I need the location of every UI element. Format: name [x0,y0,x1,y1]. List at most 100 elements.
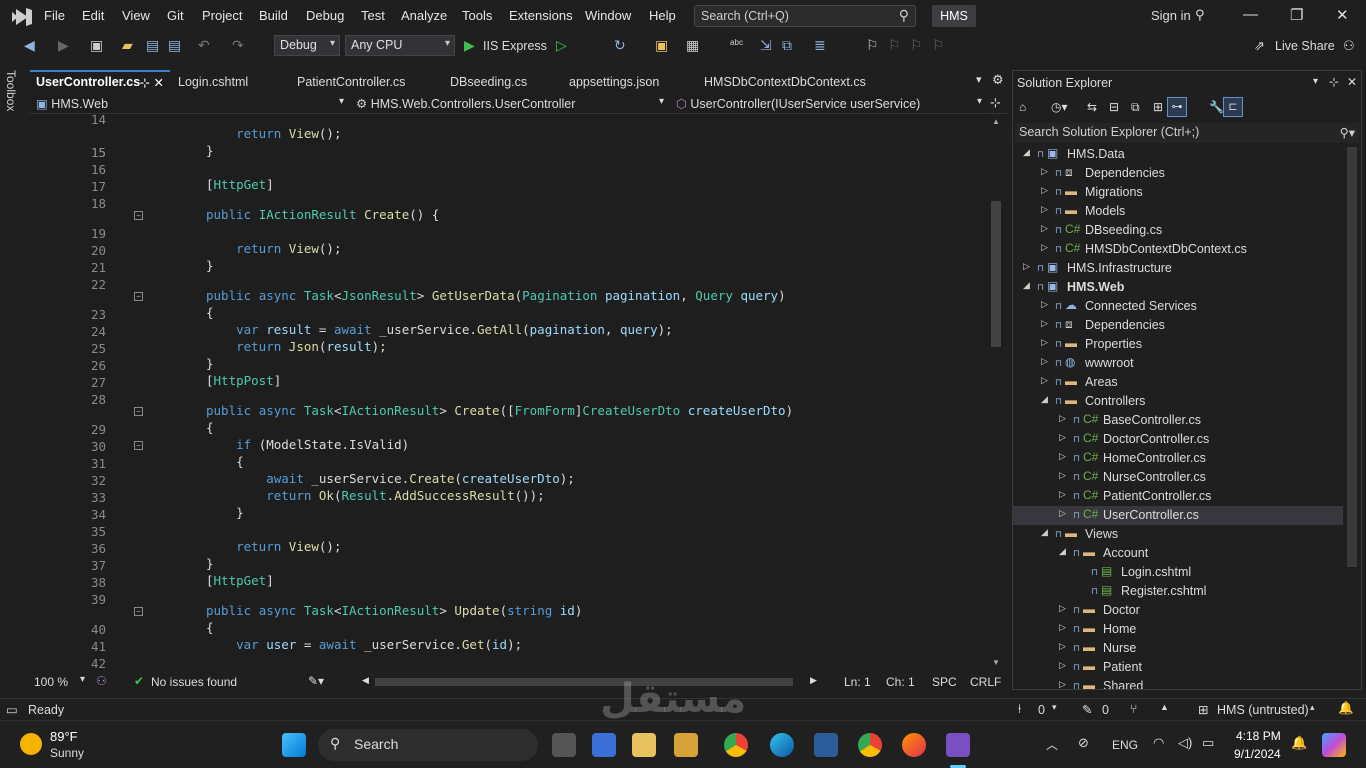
menu-extensions[interactable]: Extensions [509,8,573,23]
scroll-right-icon[interactable]: ▶ [810,675,817,686]
repo-icon[interactable]: ⊞ [1198,702,1208,717]
menu-tools[interactable]: Tools [462,8,492,23]
expand-arrow-icon[interactable]: ▷ [1041,337,1048,348]
clock-date[interactable]: 9/1/2024 [1234,747,1281,761]
panel-dropdown-icon[interactable]: ▾ [1313,76,1318,87]
tree-item[interactable]: ▷ ⊓ C# BaseController.cs [1013,411,1343,430]
start-without-debugging-icon[interactable]: ▷ [556,37,567,54]
tree-item[interactable]: ▷ ⊓ ⧈ Dependencies [1013,164,1343,183]
account-settings-icon[interactable]: ⚲ [1195,7,1205,23]
tab-dbseeding[interactable]: DBseeding.cs [444,70,558,92]
save-all-icon[interactable]: ▤ [168,37,181,54]
weather-sun-icon[interactable] [20,733,42,755]
scroll-left-icon[interactable]: ◀ [362,675,369,686]
tree-item[interactable]: ◢ ⊓ ▣ HMS.Data [1013,145,1343,164]
forward-icon[interactable]: ▶ [58,37,69,54]
toolbox-label[interactable]: Toolbox [4,70,18,111]
spell-check-icon[interactable]: ᵃᵇᶜ [730,37,743,51]
live-share-icon[interactable]: ⇗ [1254,38,1265,54]
network-off-icon[interactable]: ⊘ [1078,735,1089,751]
file-explorer-icon[interactable] [632,733,656,757]
pencil-icon[interactable]: ✎ [1082,702,1092,717]
prev-bookmark-icon[interactable]: ⚐ [888,37,901,54]
notifications-icon[interactable]: 🔔 [1338,701,1354,716]
filter-icon[interactable]: ⊶ [1167,97,1187,117]
line-indicator[interactable]: Ln: 1 [844,675,871,689]
tree-item[interactable]: ▷ ⊓ ▬ Migrations [1013,183,1343,202]
preview-icon[interactable]: ⊏ [1223,97,1243,117]
fold-toggle[interactable]: − [134,441,143,450]
menu-view[interactable]: View [122,8,150,23]
tab-patientcontroller[interactable]: PatientController.cs [291,70,441,92]
collapse-arrow-icon[interactable]: ◢ [1041,527,1048,538]
code-cleanup-icon[interactable]: ✎▾ [308,674,324,688]
expand-arrow-icon[interactable]: ▷ [1041,299,1048,310]
tree-item[interactable]: ▷ ⊓ ▬ Patient [1013,658,1343,677]
zoom-select[interactable]: 100 % [34,675,68,689]
show-all-files-icon[interactable]: ⧉ [1131,100,1140,115]
tree-item[interactable]: ▷ ⊓ C# NurseController.cs [1013,468,1343,487]
tree-item[interactable]: ▷ ⊓ C# PatientController.cs [1013,487,1343,506]
clock-time[interactable]: 4:18 PM [1236,729,1281,743]
tree-item[interactable]: ▷ ⊓ ▬ Models [1013,202,1343,221]
home-icon[interactable]: ⌂ [1019,100,1026,114]
split-editor-icon[interactable]: ⊹ [990,95,1001,111]
tree-item[interactable]: ▷ ⊓ ▬ Nurse [1013,639,1343,658]
chrome-icon[interactable] [724,733,748,757]
expand-arrow-icon[interactable]: ▷ [1059,413,1066,424]
menu-test[interactable]: Test [361,8,385,23]
tree-item[interactable]: ▷ ⊓ ◍ wwwroot [1013,354,1343,373]
expand-arrow-icon[interactable]: ▷ [1041,356,1048,367]
browse-icon[interactable]: ▣ [655,37,668,54]
redo-icon[interactable]: ↷ [232,37,244,54]
new-project-icon[interactable]: ▣ [90,37,103,54]
input-language[interactable]: ENG [1112,738,1138,752]
expand-arrow-icon[interactable]: ▷ [1059,679,1066,689]
next-bookmark-icon[interactable]: ⚐ [910,37,923,54]
tab-hmsdbcontext[interactable]: HMSDbContextDbContext.cs [698,70,898,92]
expand-arrow-icon[interactable]: ▷ [1041,318,1048,329]
tree-item[interactable]: ▷ ⊓ C# DoctorController.cs [1013,430,1343,449]
show-hidden-icons-icon[interactable]: ︿ [1046,736,1058,753]
tab-close-icon[interactable]: ✕ [154,75,164,90]
notification-bell-icon[interactable]: 🔔 [1291,735,1307,751]
tree-scrollbar[interactable] [1347,147,1357,567]
platform-select[interactable]: Any CPU [345,35,455,56]
refresh-icon[interactable]: ⊞ [1153,100,1163,114]
column-indicator[interactable]: Ch: 1 [886,675,915,689]
back-icon[interactable]: ◀ [24,37,35,54]
tree-item[interactable]: ▷ ⊓ ▬ Doctor [1013,601,1343,620]
history-icon[interactable]: ◷▾ [1051,100,1068,114]
volume-icon[interactable]: ◁) [1178,735,1192,751]
zoom-dropdown-icon[interactable]: ▾ [80,674,85,685]
tree-item[interactable]: ◢ ⊓ ▬ Controllers [1013,392,1343,411]
changes-count[interactable]: 0 [1102,703,1109,717]
collapse-arrow-icon[interactable]: ◢ [1059,546,1066,557]
tree-item[interactable]: ▷ ⊓ ▬ Home [1013,620,1343,639]
tree-item[interactable]: ▷ ⊓ ▬ Shared [1013,677,1343,689]
teams-icon[interactable] [592,733,616,757]
expand-arrow-icon[interactable]: ▷ [1041,223,1048,234]
feedback-icon[interactable]: ⚇ [1343,38,1355,54]
bookmark-icon[interactable]: ⚐ [866,37,879,54]
start-debugging-icon[interactable]: ▶ [464,37,475,54]
open-folder-icon[interactable]: ▰ [122,37,133,54]
tree-item[interactable]: ◢ ⊓ ▬ Views [1013,525,1343,544]
fold-toggle[interactable]: − [134,607,143,616]
commits-count[interactable]: 0 [1038,703,1045,717]
repository-status[interactable]: HMS (untrusted) [1217,703,1309,717]
expand-arrow-icon[interactable]: ▷ [1041,242,1048,253]
commits-dropdown-icon[interactable]: ▾ [1052,702,1057,713]
tree-item[interactable]: ▷ ⊓ C# HMSDbContextDbContext.cs [1013,240,1343,259]
menu-edit[interactable]: Edit [82,8,104,23]
maximize-icon[interactable]: ❐ [1290,6,1303,24]
collapse-arrow-icon[interactable]: ◢ [1023,280,1030,291]
fold-toggle[interactable]: − [134,292,143,301]
chrome-profile-icon[interactable] [858,733,882,757]
solution-name-badge[interactable]: HMS [932,5,976,27]
expand-arrow-icon[interactable]: ▷ [1059,603,1066,614]
wifi-icon[interactable]: ◠ [1153,735,1164,751]
visual-studio-taskbar-icon[interactable] [946,733,970,757]
tree-item[interactable]: ▷ ⊓ ⧈ Dependencies [1013,316,1343,335]
menu-analyze[interactable]: Analyze [401,8,447,23]
